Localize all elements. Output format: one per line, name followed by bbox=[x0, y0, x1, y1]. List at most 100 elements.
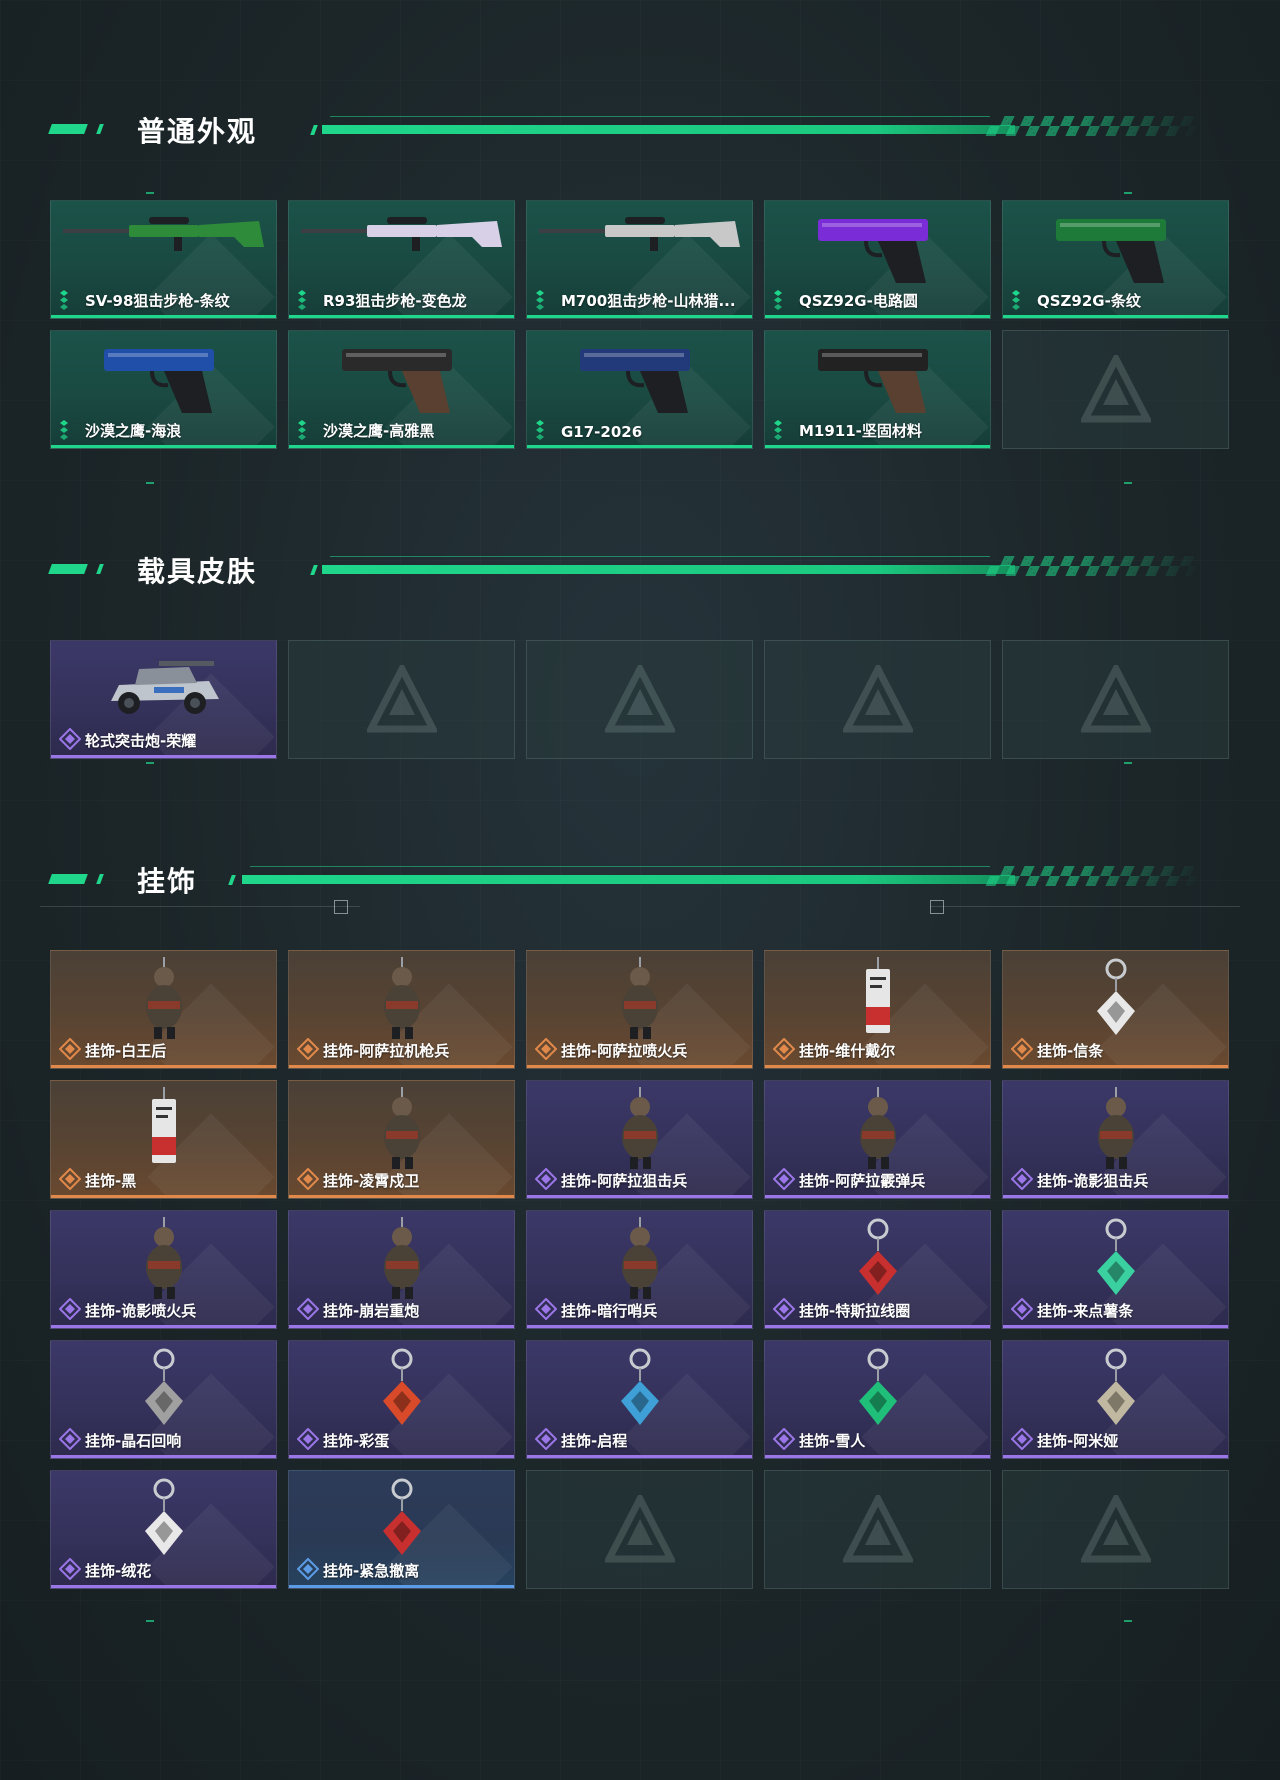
logo-icon bbox=[1080, 664, 1151, 732]
charm-tag-icon bbox=[144, 1087, 184, 1178]
item-label: 挂饰-特斯拉线圈 bbox=[799, 1302, 911, 1320]
charm-figure-icon bbox=[610, 957, 670, 1048]
logo-icon bbox=[604, 664, 675, 732]
charms-grid: 挂饰-白王后 挂饰-阿萨拉机枪兵 挂饰-阿萨拉喷火兵 挂饰-维什戴尔 挂饰-信条… bbox=[50, 950, 1229, 1589]
rarity-purple-icon bbox=[772, 1427, 796, 1451]
item-label: 挂饰-晶石回响 bbox=[85, 1432, 182, 1450]
item-card[interactable]: 挂饰-信条 bbox=[1002, 950, 1229, 1069]
rarity-purple-icon bbox=[534, 1297, 558, 1321]
item-card[interactable]: 挂饰-暗行哨兵 bbox=[526, 1210, 753, 1329]
item-card[interactable]: 挂饰-启程 bbox=[526, 1340, 753, 1459]
item-card[interactable]: QSZ92G-电路圆 bbox=[764, 200, 991, 319]
rarity-green-icon bbox=[1011, 288, 1033, 310]
item-card[interactable]: 挂饰-紧急撤离 bbox=[288, 1470, 515, 1589]
rarity-orange-icon bbox=[772, 1037, 796, 1061]
section-title: 载具皮肤 bbox=[137, 555, 258, 588]
item-card[interactable]: 挂饰-晶石回响 bbox=[50, 1340, 277, 1459]
corner-mark bbox=[146, 192, 154, 194]
item-card[interactable]: 挂饰-维什戴尔 bbox=[764, 950, 991, 1069]
sniper-rifle-icon bbox=[297, 207, 507, 262]
item-label: 沙漠之鹰-高雅黑 bbox=[323, 422, 435, 440]
item-card[interactable]: 沙漠之鹰-海浪 bbox=[50, 330, 277, 449]
empty-slot bbox=[1002, 330, 1229, 449]
header-checker-pattern bbox=[985, 556, 1205, 576]
logo-icon bbox=[842, 664, 913, 732]
rarity-orange-icon bbox=[534, 1037, 558, 1061]
item-label: R93狙击步枪-变色龙 bbox=[323, 292, 467, 310]
rarity-purple-icon bbox=[1010, 1167, 1034, 1191]
charm-figure-icon bbox=[848, 1087, 908, 1178]
charm-keyring-icon bbox=[853, 1347, 903, 1438]
logo-icon bbox=[842, 1494, 913, 1562]
item-card[interactable]: R93狙击步枪-变色龙 bbox=[288, 200, 515, 319]
item-label: SV-98狙击步枪-条纹 bbox=[85, 292, 230, 310]
item-card[interactable]: 挂饰-雪人 bbox=[764, 1340, 991, 1459]
section-title: 普通外观 bbox=[137, 115, 258, 148]
item-label: 挂饰-诡影喷火兵 bbox=[85, 1302, 197, 1320]
empty-slot bbox=[764, 640, 991, 759]
item-card[interactable]: 挂饰-特斯拉线圈 bbox=[764, 1210, 991, 1329]
square-marker bbox=[334, 900, 348, 914]
charm-keyring-icon bbox=[377, 1477, 427, 1568]
item-label: QSZ92G-电路圆 bbox=[799, 292, 918, 310]
item-card[interactable]: 挂饰-阿萨拉霰弹兵 bbox=[764, 1080, 991, 1199]
vehicle-grid: 轮式突击炮-荣耀 bbox=[50, 640, 1229, 759]
item-card[interactable]: 沙漠之鹰-高雅黑 bbox=[288, 330, 515, 449]
header-accent-bar bbox=[48, 124, 88, 134]
item-card[interactable]: QSZ92G-条纹 bbox=[1002, 200, 1229, 319]
item-card[interactable]: G17-2026 bbox=[526, 330, 753, 449]
item-label: 挂饰-阿萨拉喷火兵 bbox=[561, 1042, 688, 1060]
item-label: 沙漠之鹰-海浪 bbox=[85, 422, 182, 440]
item-label: 挂饰-凌霄戍卫 bbox=[323, 1172, 420, 1190]
item-card[interactable]: M700狙击步枪-山林猎... bbox=[526, 200, 753, 319]
item-card[interactable]: 挂饰-彩蛋 bbox=[288, 1340, 515, 1459]
rarity-purple-icon bbox=[58, 727, 82, 751]
item-card[interactable]: 挂饰-白王后 bbox=[50, 950, 277, 1069]
item-card[interactable]: 挂饰-阿萨拉喷火兵 bbox=[526, 950, 753, 1069]
item-card[interactable]: SV-98狙击步枪-条纹 bbox=[50, 200, 277, 319]
item-card[interactable]: M1911-坚固材料 bbox=[764, 330, 991, 449]
rarity-purple-icon bbox=[772, 1297, 796, 1321]
item-card[interactable]: 挂饰-阿萨拉狙击兵 bbox=[526, 1080, 753, 1199]
item-card[interactable]: 挂饰-崩岩重炮 bbox=[288, 1210, 515, 1329]
header-accent-tick bbox=[96, 874, 104, 884]
charm-figure-icon bbox=[134, 1217, 194, 1308]
pistol-icon bbox=[332, 337, 472, 422]
corner-mark bbox=[146, 1620, 154, 1622]
item-label: 挂饰-白王后 bbox=[85, 1042, 167, 1060]
pistol-icon bbox=[94, 337, 234, 422]
rarity-blue-icon bbox=[296, 1557, 320, 1581]
item-card[interactable]: 挂饰-阿萨拉机枪兵 bbox=[288, 950, 515, 1069]
rarity-purple-icon bbox=[534, 1167, 558, 1191]
item-label: 挂饰-紧急撤离 bbox=[323, 1562, 420, 1580]
rarity-green-icon bbox=[773, 418, 795, 440]
charm-tag-icon bbox=[858, 957, 898, 1048]
item-card[interactable]: 挂饰-凌霄戍卫 bbox=[288, 1080, 515, 1199]
divider-line bbox=[40, 906, 360, 907]
charm-figure-icon bbox=[372, 1217, 432, 1308]
section-header-appearance: 普通外观 bbox=[0, 100, 1280, 160]
header-thin-line bbox=[250, 866, 990, 867]
item-card[interactable]: 轮式突击炮-荣耀 bbox=[50, 640, 277, 759]
item-card[interactable]: 挂饰-诡影喷火兵 bbox=[50, 1210, 277, 1329]
item-label: 挂饰-启程 bbox=[561, 1432, 628, 1450]
charm-figure-icon bbox=[1086, 1087, 1146, 1178]
rarity-purple-icon bbox=[296, 1297, 320, 1321]
charm-figure-icon bbox=[372, 1087, 432, 1178]
charm-figure-icon bbox=[372, 957, 432, 1048]
rarity-purple-icon bbox=[58, 1297, 82, 1321]
item-card[interactable]: 挂饰-阿米娅 bbox=[1002, 1340, 1229, 1459]
item-label: 挂饰-诡影狙击兵 bbox=[1037, 1172, 1149, 1190]
item-label: 挂饰-来点薯条 bbox=[1037, 1302, 1134, 1320]
item-card[interactable]: 挂饰-来点薯条 bbox=[1002, 1210, 1229, 1329]
rarity-purple-icon bbox=[1010, 1427, 1034, 1451]
header-checker-pattern bbox=[985, 116, 1205, 136]
item-card[interactable]: 挂饰-黑 bbox=[50, 1080, 277, 1199]
corner-mark bbox=[146, 482, 154, 484]
rarity-orange-icon bbox=[296, 1167, 320, 1191]
header-accent-tick bbox=[96, 564, 104, 574]
section-title: 挂饰 bbox=[137, 865, 198, 898]
item-card[interactable]: 挂饰-绒花 bbox=[50, 1470, 277, 1589]
item-card[interactable]: 挂饰-诡影狙击兵 bbox=[1002, 1080, 1229, 1199]
item-label: 挂饰-崩岩重炮 bbox=[323, 1302, 420, 1320]
